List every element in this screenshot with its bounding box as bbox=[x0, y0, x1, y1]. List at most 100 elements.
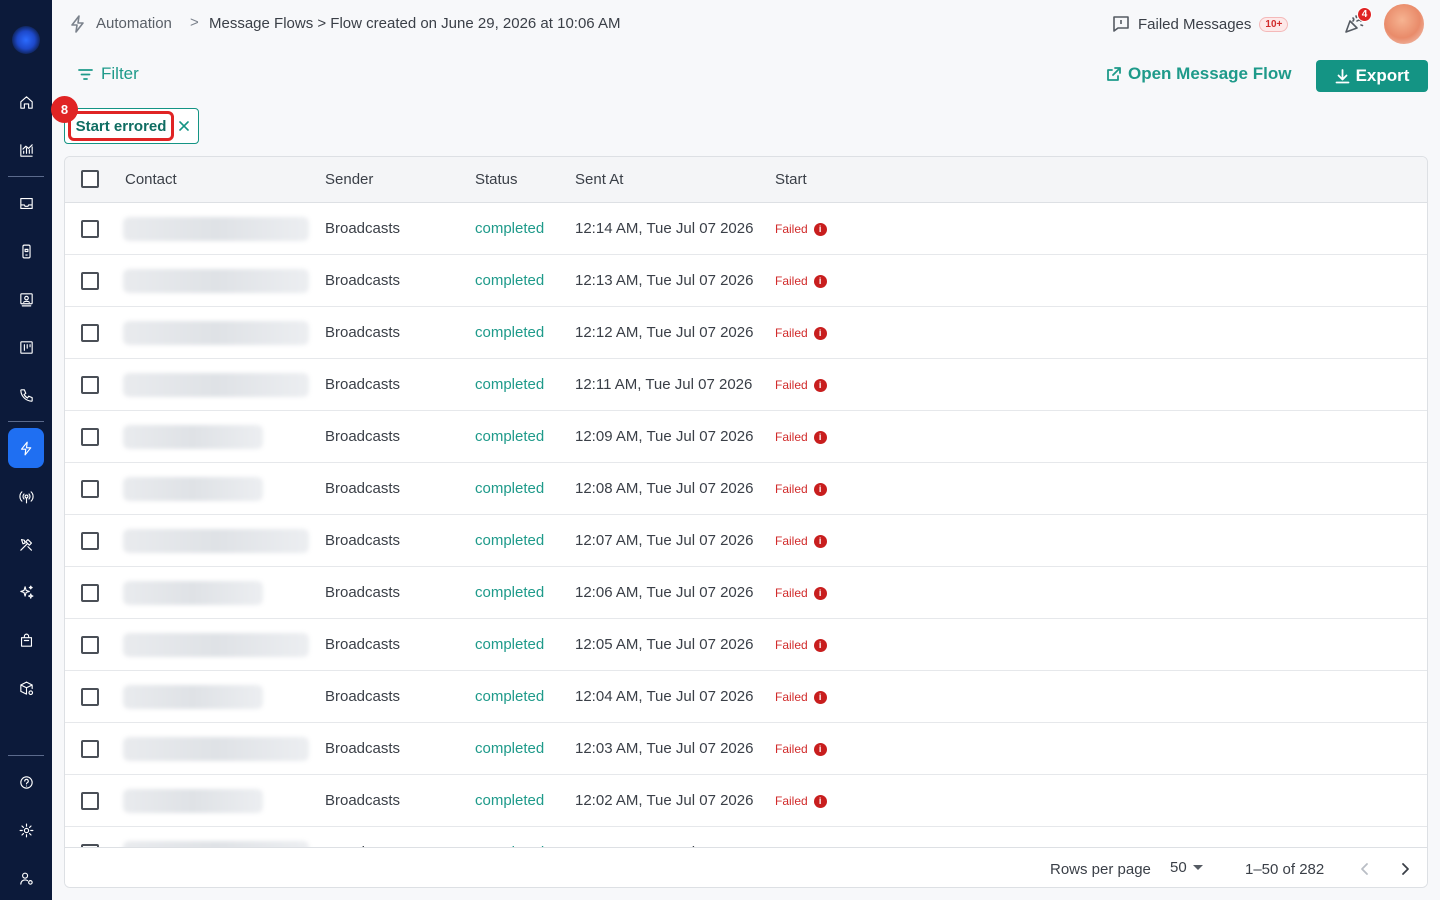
error-info-icon[interactable]: i bbox=[813, 430, 827, 444]
sent-at-cell: 12:03 AM, Tue Jul 07 2026 bbox=[575, 740, 754, 757]
error-info-icon[interactable]: i bbox=[813, 482, 827, 496]
row-checkbox[interactable] bbox=[81, 220, 99, 238]
breadcrumb-automation[interactable]: Automation bbox=[96, 15, 172, 32]
home-icon[interactable] bbox=[8, 82, 44, 122]
start-status-label: Failed bbox=[775, 638, 808, 652]
error-info-icon[interactable]: i bbox=[813, 586, 827, 600]
row-checkbox[interactable] bbox=[81, 428, 99, 446]
column-header-contact[interactable]: Contact bbox=[125, 171, 177, 188]
error-info-icon[interactable]: i bbox=[813, 638, 827, 652]
tools-icon[interactable] bbox=[8, 524, 44, 564]
row-checkbox[interactable] bbox=[81, 792, 99, 810]
contact-cell-redacted[interactable] bbox=[123, 581, 263, 605]
automation-icon[interactable] bbox=[8, 428, 44, 468]
phone-device-icon[interactable] bbox=[8, 231, 44, 271]
call-icon[interactable] bbox=[8, 375, 44, 415]
contact-cell-redacted[interactable] bbox=[123, 373, 309, 397]
table-row[interactable]: Broadcasts completed 12:04 AM, Tue Jul 07 … bbox=[65, 671, 1427, 723]
table-row[interactable]: Broadcasts completed 12:06 AM, Tue Jul 07 … bbox=[65, 567, 1427, 619]
user-settings-icon[interactable] bbox=[8, 858, 44, 898]
column-header-start[interactable]: Start bbox=[775, 171, 807, 188]
column-header-status[interactable]: Status bbox=[475, 171, 518, 188]
automation-bolt-icon bbox=[70, 15, 86, 33]
step-number-badge: 8 bbox=[51, 96, 78, 123]
row-checkbox[interactable] bbox=[81, 584, 99, 602]
row-checkbox[interactable] bbox=[81, 636, 99, 654]
sent-at-cell: 12:09 AM, Tue Jul 07 2026 bbox=[575, 428, 754, 445]
table-row[interactable]: Broadcasts completed 12:09 AM, Tue Jul 07 … bbox=[65, 411, 1427, 463]
row-checkbox[interactable] bbox=[81, 480, 99, 498]
ai-sparkle-icon[interactable] bbox=[8, 572, 44, 612]
contact-cell-redacted[interactable] bbox=[123, 477, 263, 501]
close-icon[interactable] bbox=[175, 117, 193, 135]
rows-per-page-select[interactable]: 50 bbox=[1170, 859, 1203, 876]
contact-cell-redacted[interactable] bbox=[123, 269, 309, 293]
table-row[interactable]: Broadcasts completed 12:07 AM, Tue Jul 07 … bbox=[65, 515, 1427, 567]
table-row[interactable]: Broadcasts completed 12:14 AM, Tue Jul 07 … bbox=[65, 203, 1427, 255]
notifications-button[interactable]: 4 bbox=[1344, 7, 1372, 34]
select-all-checkbox[interactable] bbox=[81, 170, 99, 188]
filter-button[interactable]: Filter bbox=[78, 64, 139, 84]
row-checkbox[interactable] bbox=[81, 324, 99, 342]
error-info-icon[interactable]: i bbox=[813, 534, 827, 548]
export-button[interactable]: Export bbox=[1316, 60, 1428, 92]
contacts-icon[interactable] bbox=[8, 279, 44, 319]
row-checkbox[interactable] bbox=[81, 532, 99, 550]
error-info-icon[interactable]: i bbox=[813, 794, 827, 808]
sender-cell: Broadcasts bbox=[325, 584, 401, 601]
column-header-sender[interactable]: Sender bbox=[325, 171, 373, 188]
contact-cell-redacted[interactable] bbox=[123, 633, 309, 657]
start-status-cell: Failedi bbox=[775, 222, 827, 236]
contact-cell-redacted[interactable] bbox=[123, 789, 263, 813]
table-row[interactable]: Broadcasts completed 12:02 AM, Tue Jul 07 … bbox=[65, 775, 1427, 827]
row-checkbox[interactable] bbox=[81, 272, 99, 290]
error-info-icon[interactable]: i bbox=[813, 690, 827, 704]
board-icon[interactable] bbox=[8, 327, 44, 367]
error-info-icon[interactable]: i bbox=[813, 222, 827, 236]
sidebar-divider bbox=[8, 421, 44, 422]
contact-cell-redacted[interactable] bbox=[123, 529, 309, 553]
bag-icon[interactable] bbox=[8, 620, 44, 660]
next-page-icon[interactable] bbox=[1395, 859, 1415, 879]
sender-cell: Broadcasts bbox=[325, 740, 401, 757]
table-row[interactable]: Broadcasts completed 12:12 AM, Tue Jul 07 … bbox=[65, 307, 1427, 359]
failed-messages-button[interactable]: Failed Messages 10+ bbox=[1112, 13, 1289, 35]
table-row[interactable]: Broadcasts completed 12:03 AM, Tue Jul 07 … bbox=[65, 723, 1427, 775]
analytics-icon[interactable] bbox=[8, 130, 44, 170]
sidebar bbox=[0, 0, 52, 900]
contact-cell-redacted[interactable] bbox=[123, 685, 263, 709]
sidebar-divider bbox=[8, 176, 44, 177]
start-status-cell: Failedi bbox=[775, 586, 827, 600]
open-message-flow-button[interactable]: Open Message Flow bbox=[1106, 64, 1291, 84]
table-row[interactable]: Broadcasts completed 12:05 AM, Tue Jul 07 … bbox=[65, 619, 1427, 671]
column-header-sent-at[interactable]: Sent At bbox=[575, 171, 623, 188]
contact-cell-redacted[interactable] bbox=[123, 737, 309, 761]
table-row[interactable]: Broadcastscompleted12:01 AM, Tue Jul 07 … bbox=[65, 827, 1427, 847]
table-row[interactable]: Broadcasts completed 12:08 AM, Tue Jul 07 … bbox=[65, 463, 1427, 515]
package-settings-icon[interactable] bbox=[8, 668, 44, 708]
error-info-icon[interactable]: i bbox=[813, 742, 827, 756]
settings-icon[interactable] bbox=[8, 810, 44, 850]
notifications-count-badge: 4 bbox=[1357, 7, 1372, 22]
table-row[interactable]: Broadcasts completed 12:11 AM, Tue Jul 07 … bbox=[65, 359, 1427, 411]
avatar[interactable] bbox=[1384, 4, 1424, 44]
row-checkbox[interactable] bbox=[81, 376, 99, 394]
error-info-icon[interactable]: i bbox=[813, 326, 827, 340]
row-checkbox[interactable] bbox=[81, 688, 99, 706]
broadcast-icon[interactable] bbox=[8, 476, 44, 516]
row-checkbox[interactable] bbox=[81, 740, 99, 758]
filter-chip-label[interactable]: Start errored bbox=[68, 111, 174, 141]
message-alert-icon bbox=[1113, 16, 1129, 32]
inbox-icon[interactable] bbox=[8, 183, 44, 223]
messages-table: Contact Sender Status Sent At Start Broa… bbox=[64, 156, 1428, 888]
contact-cell-redacted[interactable] bbox=[123, 217, 309, 241]
table-row[interactable]: Broadcasts completed 12:13 AM, Tue Jul 07 … bbox=[65, 255, 1427, 307]
error-info-icon[interactable]: i bbox=[813, 378, 827, 392]
previous-page-icon[interactable] bbox=[1355, 859, 1375, 879]
help-icon[interactable] bbox=[8, 762, 44, 802]
error-info-icon[interactable]: i bbox=[813, 274, 827, 288]
contact-cell-redacted[interactable] bbox=[123, 425, 263, 449]
logo[interactable] bbox=[12, 26, 40, 54]
contact-cell-redacted[interactable] bbox=[123, 321, 309, 345]
sender-cell: Broadcasts bbox=[325, 480, 401, 497]
